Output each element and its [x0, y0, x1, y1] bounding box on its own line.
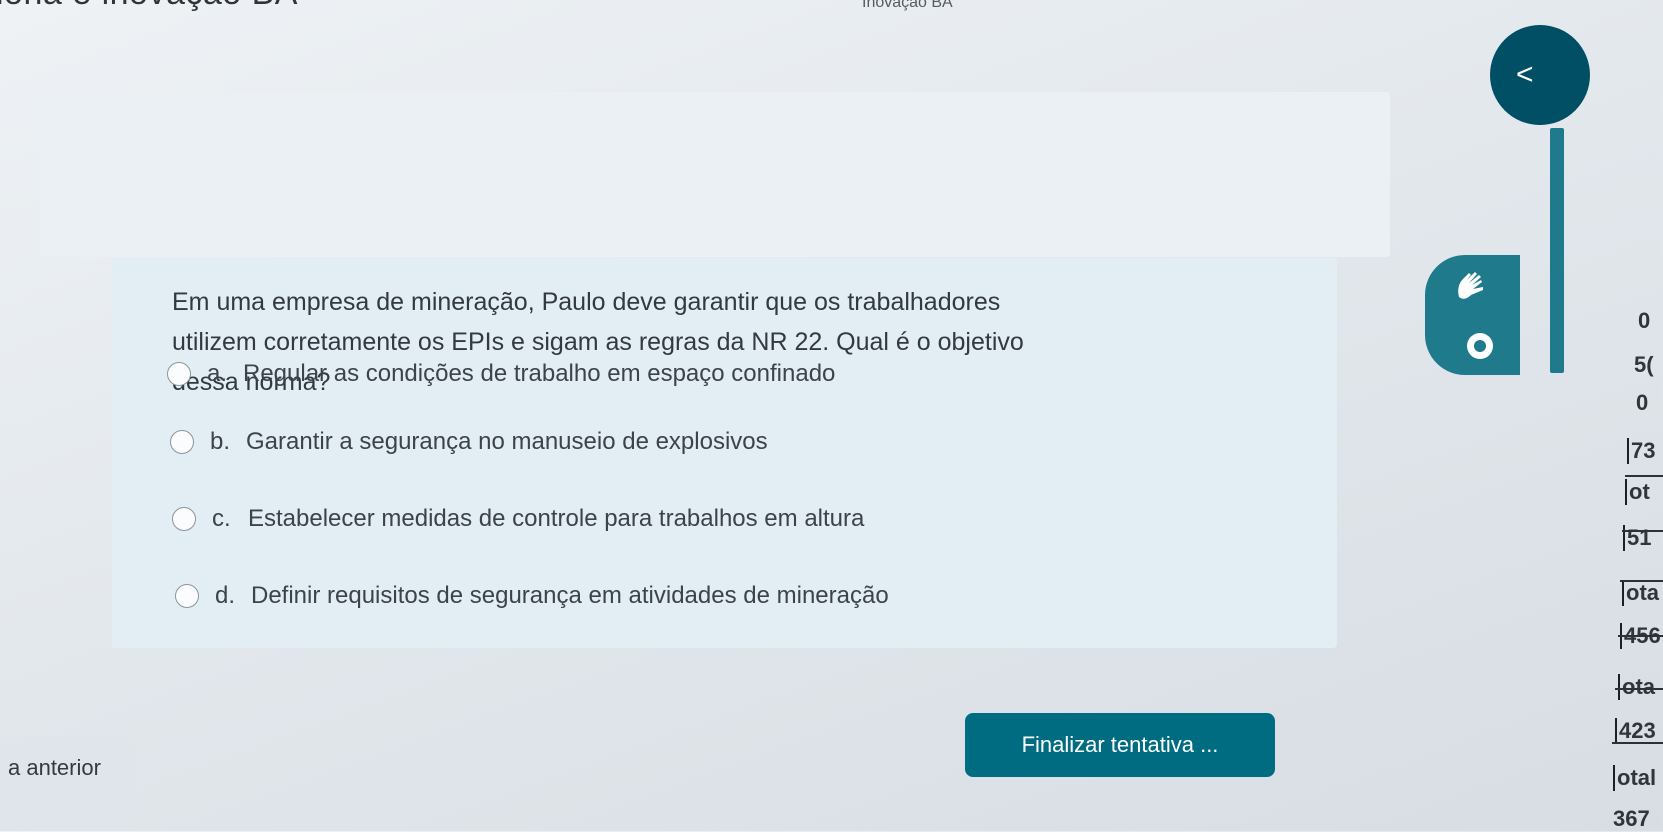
radio-c[interactable]: [172, 507, 196, 531]
option-label: Estabelecer medidas de controle para tra…: [248, 505, 865, 532]
grade-fragment: 5(: [1634, 352, 1654, 377]
grade-fragment: otal: [1613, 765, 1656, 791]
option-letter: b.: [210, 428, 231, 455]
option-a[interactable]: a. Regular as condições de trabalho em e…: [167, 360, 835, 388]
grade-summary-panel: 0 5( 0 73 ot 51 ota 456 ota 423 otal 367: [1508, 260, 1663, 831]
finish-attempt-button[interactable]: Finalizar tentativa ...: [965, 713, 1275, 777]
radio-d[interactable]: [175, 584, 199, 608]
previous-activity-link[interactable]: a anterior: [0, 737, 135, 831]
option-c[interactable]: c. Estabelecer medidas de controle para …: [172, 505, 864, 533]
course-breadcrumb[interactable]: iona e inovação BA: [0, 0, 298, 13]
radio-a[interactable]: [167, 362, 191, 386]
grade-fragment: 51: [1623, 525, 1651, 551]
divider: [1622, 530, 1663, 532]
radio-b[interactable]: [170, 430, 194, 454]
option-d[interactable]: d. Definir requisitos de segurança em at…: [175, 582, 889, 610]
grade-fragment: 0: [1638, 308, 1651, 333]
divider: [1620, 580, 1663, 582]
grade-fragment: ota: [1618, 674, 1655, 700]
option-letter: c.: [212, 505, 231, 532]
grade-fragment: ota: [1622, 580, 1659, 606]
accessibility-widget[interactable]: [1425, 255, 1520, 375]
divider: [1625, 475, 1663, 477]
grade-fragment: ot: [1625, 479, 1650, 505]
grade-fragment: 423: [1615, 718, 1656, 744]
option-letter: d.: [215, 582, 236, 609]
vision-icon[interactable]: [1467, 333, 1493, 359]
grade-fragment: 367: [1613, 806, 1650, 831]
option-letter: a.: [207, 360, 228, 387]
chevron-left-icon: <: [1516, 58, 1534, 91]
option-label: Definir requisitos de segurança em ativi…: [251, 582, 889, 609]
grade-fragment: 73: [1627, 438, 1655, 464]
option-b[interactable]: b. Garantir a segurança no manuseio de e…: [170, 428, 768, 456]
course-breadcrumb-secondary[interactable]: Inovação BA: [862, 0, 953, 12]
divider: [1612, 742, 1663, 744]
divider: [1618, 635, 1663, 637]
option-label: Garantir a segurança no manuseio de expl…: [246, 428, 768, 455]
grade-fragment: 0: [1636, 390, 1649, 415]
drawer-toggle-button[interactable]: <: [1490, 25, 1590, 125]
divider: [1615, 688, 1663, 690]
previous-question-panel: [40, 92, 1390, 257]
option-label: Regular as condições de trabalho em espa…: [243, 360, 836, 387]
sign-language-hand-icon: [1458, 272, 1483, 299]
